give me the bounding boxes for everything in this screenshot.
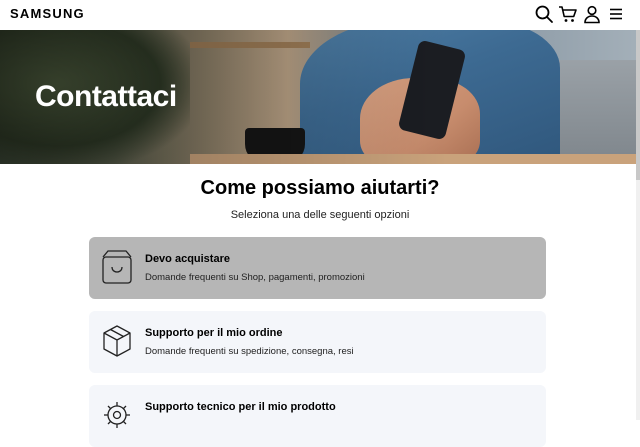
option-title: Devo acquistare bbox=[145, 253, 230, 265]
page-subtitle: Seleziona una delle seguenti opzioni bbox=[230, 209, 410, 221]
site-header: SAMSUNG bbox=[0, 0, 640, 30]
cart-icon[interactable] bbox=[558, 4, 578, 24]
hero-title: Contattaci bbox=[35, 80, 177, 113]
option-card-buy[interactable]: Devo acquistare Domande frequenti su Sho… bbox=[89, 237, 546, 299]
option-title: Supporto per il mio ordine bbox=[145, 327, 283, 339]
shopping-bag-icon bbox=[101, 249, 133, 285]
scrollbar-thumb[interactable] bbox=[636, 30, 640, 180]
option-title: Supporto tecnico per il mio prodotto bbox=[145, 401, 336, 413]
search-icon[interactable] bbox=[534, 4, 554, 24]
hero-banner: Contattaci bbox=[0, 30, 640, 164]
samsung-logo[interactable]: SAMSUNG bbox=[10, 6, 85, 21]
option-description: Domande frequenti su Shop, pagamenti, pr… bbox=[145, 272, 365, 283]
option-description: Domande frequenti su spedizione, consegn… bbox=[145, 346, 354, 357]
user-icon[interactable] bbox=[582, 4, 602, 24]
option-card-tech-support[interactable]: Supporto tecnico per il mio prodotto bbox=[89, 385, 546, 447]
menu-icon[interactable] bbox=[606, 4, 626, 24]
option-card-order[interactable]: Supporto per il mio ordine Domande frequ… bbox=[89, 311, 546, 373]
page-title: Come possiamo aiutarti? bbox=[200, 177, 440, 199]
package-box-icon bbox=[101, 323, 133, 359]
gear-wrench-icon bbox=[101, 397, 133, 433]
